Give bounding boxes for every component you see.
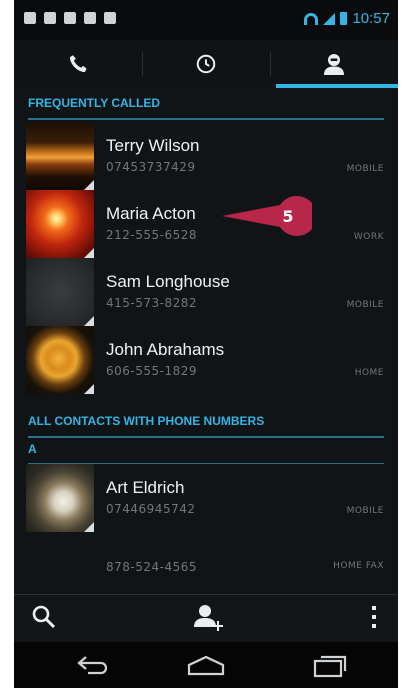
contact-number: 606-555-1829 (106, 364, 198, 378)
tab-recent[interactable] (142, 40, 270, 88)
bag-icon (84, 12, 96, 24)
contact-name: Maria Acton (106, 204, 196, 223)
letter-header-a: A (28, 442, 384, 464)
phone-type: WORK (353, 232, 384, 242)
contact-photo[interactable] (26, 258, 94, 326)
tab-phone[interactable] (14, 40, 142, 88)
phone-type: HOME (354, 368, 384, 378)
recent-apps-icon[interactable] (312, 654, 348, 678)
action-bar (14, 594, 398, 642)
contact-number: 07446945742 (106, 502, 196, 516)
clock-icon (196, 54, 216, 74)
contact-list[interactable]: FREQUENTLY CALLED Terry Wilson 074537374… (14, 88, 398, 594)
contact-row-art-eldrich[interactable]: Art Eldrich 07446945742 MOBILE (26, 464, 398, 532)
phone-type: MOBILE (346, 164, 384, 174)
contact-name: John Abrahams (106, 340, 225, 359)
section-header-frequently-called: FREQUENTLY CALLED (28, 88, 384, 120)
contact-row-terry-wilson[interactable]: Terry Wilson 07453737429 MOBILE (26, 122, 398, 190)
contact-photo[interactable] (26, 326, 94, 394)
tab-bar (14, 40, 398, 88)
notification-icons (24, 12, 116, 24)
callout-badge-label: 5 (282, 207, 293, 226)
navigation-bar (14, 642, 398, 688)
wifi-icon (304, 12, 319, 25)
phone-type: HOME FAX (333, 561, 384, 571)
phone-type: MOBILE (346, 300, 384, 310)
mail-icon (44, 12, 56, 24)
contact-row-john-abrahams[interactable]: John Abrahams 606-555-1829 HOME (26, 326, 398, 394)
search-icon[interactable] (30, 603, 58, 631)
chat-icon (24, 12, 36, 24)
home-icon[interactable] (186, 654, 226, 676)
signal-icon (323, 12, 336, 25)
phone-screen: 10:57 FREQUENTLY CALLED Terry Wilson 074… (14, 0, 398, 688)
contact-number: 415-573-8282 (106, 296, 198, 310)
contact-row-maria-acton[interactable]: Maria Acton 212-555-6528 WORK (26, 190, 398, 258)
contact-name: Terry Wilson (106, 136, 200, 155)
contact-name: Sam Longhouse (106, 272, 230, 291)
phone-type: MOBILE (346, 506, 384, 516)
system-icons: 10:57 (304, 10, 390, 27)
bag-icon (104, 12, 116, 24)
section-header-all-contacts: ALL CONTACTS WITH PHONE NUMBERS (28, 406, 384, 438)
contact-number: 212-555-6528 (106, 228, 198, 242)
overflow-menu-icon[interactable] (370, 603, 378, 631)
phone-icon (69, 55, 87, 73)
person-icon (324, 54, 344, 75)
status-bar: 10:57 (14, 0, 398, 40)
status-time: 10:57 (352, 10, 390, 27)
add-contact-icon[interactable] (192, 603, 224, 633)
battery-icon (340, 12, 348, 25)
contact-photo[interactable] (26, 122, 94, 190)
voicemail-icon (64, 12, 76, 24)
contact-number: 878-524-4565 (106, 560, 198, 574)
contact-photo[interactable] (26, 464, 94, 532)
contact-row-sam-longhouse[interactable]: Sam Longhouse 415-573-8282 MOBILE (26, 258, 398, 326)
contact-number: 07453737429 (106, 160, 196, 174)
tab-contacts[interactable] (270, 40, 398, 88)
contact-row-extra-number[interactable]: 878-524-4565 HOME FAX (26, 550, 398, 586)
contact-name: Art Eldrich (106, 478, 185, 497)
back-icon[interactable] (76, 654, 112, 676)
contact-photo[interactable] (26, 190, 94, 258)
callout-badge: 5 (222, 196, 312, 236)
